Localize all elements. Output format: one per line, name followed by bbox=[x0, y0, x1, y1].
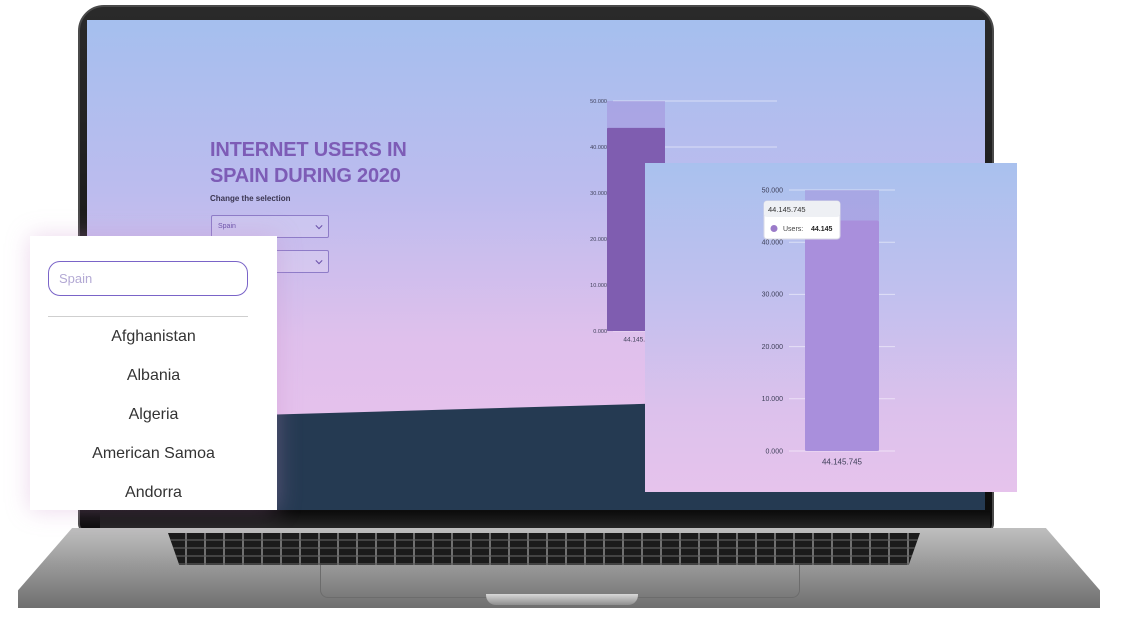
y-tick-label: 0.000 bbox=[765, 448, 783, 455]
y-tick-label: 0.000 bbox=[593, 329, 607, 335]
zoomed-chart-panel: 0.000 10.000 20.000 30.000 40.000 50.000 44.14… bbox=[645, 163, 1017, 492]
dropdown-option-afghanistan[interactable]: Afghanistan bbox=[30, 328, 277, 346]
page-title-line-1: INTERNET USERS IN bbox=[210, 139, 407, 161]
tooltip-series-label: Users: bbox=[783, 226, 803, 233]
y-tick-label: 40.000 bbox=[762, 240, 784, 247]
dropdown-divider bbox=[48, 316, 248, 317]
y-tick-label: 30.000 bbox=[762, 292, 784, 299]
bar bbox=[805, 220, 879, 451]
dropdown-option-american-samoa[interactable]: American Samoa bbox=[30, 445, 277, 463]
tooltip-series-marker bbox=[770, 225, 778, 232]
y-tick-label: 50.000 bbox=[762, 187, 784, 194]
y-tick-label: 10.000 bbox=[590, 283, 607, 289]
country-dropdown-panel: Afghanistan Albania Algeria American Sam… bbox=[30, 236, 277, 510]
zoomed-bar-chart: 0.000 10.000 20.000 30.000 40.000 50.000 44.14… bbox=[762, 187, 895, 466]
dropdown-option-algeria[interactable]: Algeria bbox=[30, 406, 277, 424]
dropdown-option-andorra[interactable]: Andorra bbox=[30, 484, 277, 502]
page-title: INTERNET USERS IN SPAIN DURING 2020 bbox=[210, 137, 430, 189]
y-tick-label: 20.000 bbox=[762, 344, 784, 351]
laptop-notch bbox=[486, 594, 638, 605]
chevron-down-icon bbox=[315, 225, 323, 230]
y-tick-label: 40.000 bbox=[590, 145, 607, 151]
tooltip-header: 44.145.745 bbox=[768, 205, 806, 214]
country-search-input[interactable] bbox=[48, 261, 248, 296]
dropdown-option-albania[interactable]: Albania bbox=[30, 367, 277, 385]
page-title-line-2: SPAIN DURING 2020 bbox=[210, 165, 401, 187]
tooltip-value: 44.145 bbox=[811, 226, 833, 233]
chevron-down-icon bbox=[315, 260, 323, 265]
country-select[interactable]: Spain bbox=[211, 215, 329, 238]
selection-caption: Change the selection bbox=[210, 194, 291, 203]
country-select-value: Spain bbox=[218, 223, 236, 230]
x-tick-label: 44.145.745 bbox=[822, 457, 863, 466]
y-tick-label: 30.000 bbox=[590, 191, 607, 197]
laptop-keyboard bbox=[168, 533, 920, 565]
y-tick-label: 20.000 bbox=[590, 237, 607, 243]
laptop-mockup-stage: INTERNET USERS IN SPAIN DURING 2020 Chan… bbox=[0, 0, 1125, 624]
y-tick-label: 10.000 bbox=[762, 396, 784, 403]
y-tick-label: 50.000 bbox=[590, 99, 607, 105]
